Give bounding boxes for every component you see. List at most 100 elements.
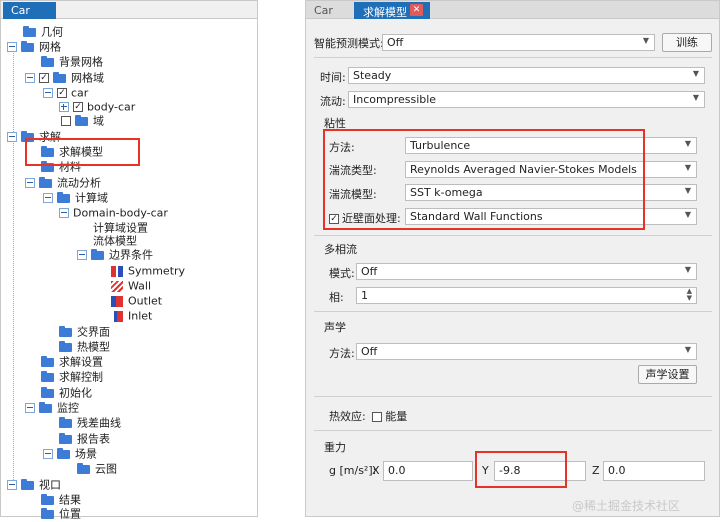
flow-label: 流动: bbox=[320, 95, 346, 108]
chevron-down-icon: ▼ bbox=[684, 345, 691, 354]
tree-item-results[interactable]: 结果 bbox=[41, 492, 81, 507]
check-icon[interactable]: ✓ bbox=[39, 73, 49, 83]
collapse-icon[interactable] bbox=[59, 208, 69, 218]
gravity-x-label: X bbox=[372, 464, 380, 477]
phase-spinbox[interactable]: 1 ▲ ▼ bbox=[356, 287, 697, 304]
wall-bc-icon bbox=[111, 280, 123, 292]
collapse-icon[interactable] bbox=[43, 449, 53, 459]
tree-item-body-car[interactable]: ✓ body-car bbox=[59, 99, 135, 114]
folder-icon bbox=[41, 386, 54, 398]
spin-arrows-icon[interactable]: ▲ ▼ bbox=[687, 288, 692, 302]
turbulence-type-select[interactable]: Reynolds Averaged Navier-Stokes Models ▼ bbox=[405, 161, 697, 178]
flow-select[interactable]: Incompressible ▼ bbox=[348, 91, 705, 108]
turbulence-model-select[interactable]: SST k-omega ▼ bbox=[405, 184, 697, 201]
tree-item-residual-curve[interactable]: 残差曲线 bbox=[59, 415, 121, 430]
tab-car[interactable]: Car bbox=[308, 2, 354, 19]
folder-icon bbox=[41, 493, 54, 505]
tree-item-car[interactable]: ✓ car bbox=[43, 85, 88, 100]
tree-item-domain-body-car[interactable]: Domain-body-car bbox=[59, 205, 168, 220]
acoustics-settings-button[interactable]: 声学设置 bbox=[638, 365, 697, 384]
collapse-icon[interactable] bbox=[25, 403, 35, 413]
acoustics-method-select[interactable]: Off ▼ bbox=[356, 343, 697, 360]
gravity-y-label: Y bbox=[482, 464, 489, 477]
outlet-bc-icon bbox=[111, 295, 123, 307]
train-button[interactable]: 训练 bbox=[662, 33, 712, 52]
turbulence-type-label: 湍流类型: bbox=[329, 164, 377, 177]
tree-panel: Car 几何 网格 背景网格 ✓ 网格域 ✓ car ✓ body-car 域 求解 … bbox=[0, 0, 258, 521]
divider bbox=[314, 311, 712, 312]
solver-model-panel: Car 求解模型 ✕ 智能预测模式: Off ▼ 训练 时间: Steady ▼ 流… bbox=[305, 0, 720, 517]
check-icon[interactable]: ✓ bbox=[73, 102, 83, 112]
checkbox-icon[interactable] bbox=[61, 116, 71, 126]
tab-car[interactable]: Car bbox=[3, 2, 56, 19]
tree-item-symmetry[interactable]: Symmetry bbox=[111, 263, 185, 278]
tree-item-thermal-model[interactable]: 热模型 bbox=[59, 339, 110, 354]
tree-item-initialization[interactable]: 初始化 bbox=[41, 385, 92, 400]
tree-item-background-mesh[interactable]: 背景网格 bbox=[41, 54, 103, 69]
acoustics-method-label: 方法: bbox=[329, 347, 355, 360]
tree-item-solver-model[interactable]: 求解模型 bbox=[41, 144, 103, 159]
chevron-down-icon: ▼ bbox=[684, 139, 691, 148]
gravity-group-title: 重力 bbox=[324, 441, 346, 454]
turbulence-model-label: 湍流模型: bbox=[329, 188, 377, 201]
collapse-icon[interactable] bbox=[77, 250, 87, 260]
gravity-x-input[interactable]: 0.0 bbox=[383, 461, 473, 481]
energy-checkbox[interactable] bbox=[372, 412, 383, 422]
divider bbox=[314, 396, 712, 397]
folder-icon bbox=[77, 462, 90, 474]
chevron-down-icon: ▼ bbox=[692, 69, 699, 78]
collapse-icon[interactable] bbox=[43, 193, 53, 203]
tree-item-contour[interactable]: 云图 bbox=[77, 461, 117, 476]
phase-label: 相: bbox=[329, 291, 344, 304]
tree-item-outlet[interactable]: Outlet bbox=[111, 293, 162, 308]
method-select[interactable]: Turbulence ▼ bbox=[405, 137, 697, 154]
tree-item-fluid-model[interactable]: 流体模型 bbox=[93, 233, 137, 248]
tree-item-solve[interactable]: 求解 bbox=[7, 129, 61, 144]
tree-item-domain[interactable]: 域 bbox=[61, 113, 104, 128]
collapse-icon[interactable] bbox=[7, 132, 17, 142]
divider bbox=[314, 235, 712, 236]
check-icon[interactable]: ✓ bbox=[57, 88, 67, 98]
tree-item-compute-domain[interactable]: 计算域 bbox=[43, 190, 108, 205]
multiphase-mode-select[interactable]: Off ▼ bbox=[356, 263, 697, 280]
tree-item-mesh-domain[interactable]: ✓ 网格域 bbox=[25, 70, 104, 85]
collapse-icon[interactable] bbox=[25, 178, 35, 188]
method-label: 方法: bbox=[329, 141, 355, 154]
collapse-icon[interactable] bbox=[25, 73, 35, 83]
smart-predict-select[interactable]: Off ▼ bbox=[382, 34, 655, 51]
tree-item-flow-analysis[interactable]: 流动分析 bbox=[25, 175, 101, 190]
collapse-icon[interactable] bbox=[7, 480, 17, 490]
folder-icon bbox=[39, 401, 52, 413]
expand-icon[interactable] bbox=[59, 102, 69, 112]
folder-icon bbox=[39, 176, 52, 188]
tree-item-inlet[interactable]: Inlet bbox=[111, 308, 152, 323]
tree-item-report-table[interactable]: 报告表 bbox=[59, 431, 110, 446]
tree-item-interface[interactable]: 交界面 bbox=[59, 324, 110, 339]
gravity-y-input[interactable]: -9.8 bbox=[494, 461, 586, 481]
tree-item-geometry[interactable]: 几何 bbox=[23, 24, 63, 39]
tree-item-solve-settings[interactable]: 求解设置 bbox=[41, 354, 103, 369]
tree-item-wall[interactable]: Wall bbox=[111, 278, 151, 293]
tree-item-scene[interactable]: 场景 bbox=[43, 446, 97, 461]
divider bbox=[314, 430, 712, 431]
tree-item-boundary-conditions[interactable]: 边界条件 bbox=[77, 247, 153, 262]
time-label: 时间: bbox=[320, 71, 346, 84]
tree-item-mesh[interactable]: 网格 bbox=[7, 39, 61, 54]
check-icon[interactable]: ✓ bbox=[329, 214, 339, 224]
wall-treatment-select[interactable]: Standard Wall Functions ▼ bbox=[405, 208, 697, 225]
collapse-icon[interactable] bbox=[7, 42, 17, 52]
folder-icon bbox=[41, 507, 54, 519]
mode-label: 模式: bbox=[329, 267, 355, 280]
tree-item-material[interactable]: 材料 bbox=[41, 159, 81, 174]
tree-item-solve-control[interactable]: 求解控制 bbox=[41, 369, 103, 384]
tree-item-monitor[interactable]: 监控 bbox=[25, 400, 79, 415]
gravity-z-input[interactable]: 0.0 bbox=[603, 461, 705, 481]
tree-item-location[interactable]: 位置 bbox=[41, 506, 81, 521]
collapse-icon[interactable] bbox=[43, 88, 53, 98]
folder-icon bbox=[59, 325, 72, 337]
folder-icon bbox=[21, 40, 34, 52]
time-select[interactable]: Steady ▼ bbox=[348, 67, 705, 84]
close-icon[interactable]: ✕ bbox=[410, 4, 423, 16]
tree-item-viewport[interactable]: 视口 bbox=[7, 477, 61, 492]
folder-icon bbox=[21, 478, 34, 490]
